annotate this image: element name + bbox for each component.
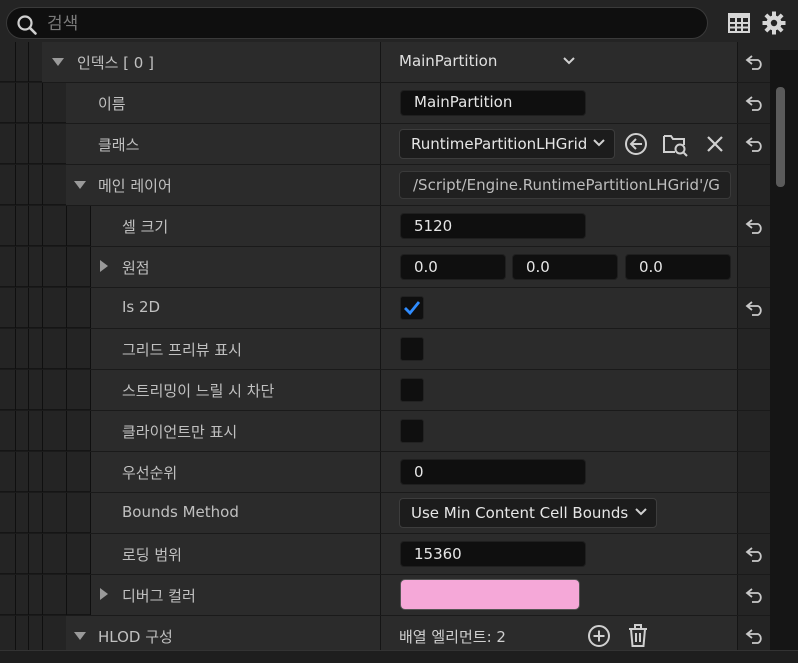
collapse-arrow-icon[interactable]: [74, 632, 86, 640]
property-row-main-layer: 메인 레이어 /Script/Engine.RuntimePartitionLH…: [0, 165, 770, 205]
details-panel: 인덱스 [ 0 ] MainPartition 이름 MainPartition…: [0, 42, 770, 650]
property-row-loading-range: 로딩 범위 15360: [0, 534, 770, 574]
property-label: 우선순위: [122, 464, 178, 482]
search-icon: [17, 15, 37, 35]
origin-x-field[interactable]: 0.0: [400, 254, 506, 280]
use-selected-arrow-icon[interactable]: [624, 132, 648, 156]
expand-arrow-icon[interactable]: [100, 260, 108, 272]
bounds-method-value: Use Min Content Cell Bounds: [411, 504, 629, 522]
expand-arrow-icon[interactable]: [100, 588, 108, 600]
loading-range-field[interactable]: 15360: [400, 541, 586, 567]
property-label: Bounds Method: [122, 503, 239, 521]
property-label: 메인 레이어: [98, 177, 172, 195]
grid-preview-checkbox[interactable]: [400, 337, 424, 361]
property-row-cell-size: 셀 크기 5120: [0, 206, 770, 246]
is-2d-checkbox[interactable]: [400, 296, 424, 320]
bounds-method-dropdown[interactable]: Use Min Content Cell Bounds: [399, 498, 657, 528]
checkmark-icon: [404, 301, 421, 316]
debug-color-swatch[interactable]: [400, 579, 580, 610]
search-input[interactable]: [45, 10, 699, 38]
property-label: 그리드 프리뷰 표시: [122, 341, 242, 359]
reset-to-default-icon[interactable]: [745, 545, 765, 563]
settings-icon[interactable]: [761, 10, 787, 36]
property-label: 클라이언트만 표시: [122, 423, 238, 441]
reset-to-default-icon[interactable]: [745, 53, 765, 71]
add-element-icon[interactable]: [587, 624, 611, 648]
block-slow-streaming-checkbox[interactable]: [400, 378, 424, 402]
name-field[interactable]: MainPartition: [400, 90, 586, 116]
reset-to-default-icon[interactable]: [745, 135, 765, 153]
delete-icon[interactable]: [626, 623, 650, 649]
cell-size-field[interactable]: 5120: [400, 213, 586, 239]
main-layer-path-field[interactable]: /Script/Engine.RuntimePartitionLHGrid'/G: [399, 171, 731, 199]
property-label: 디버그 컬러: [122, 587, 196, 605]
property-label: 원점: [122, 259, 150, 277]
reset-to-default-icon[interactable]: [745, 94, 765, 112]
property-row-is-2d: Is 2D: [0, 288, 770, 328]
reset-to-default-icon[interactable]: [745, 217, 765, 235]
reset-to-default-icon[interactable]: [745, 627, 765, 645]
chevron-down-icon: [593, 139, 605, 147]
property-row-class: 클래스 RuntimePartitionLHGrid: [0, 124, 770, 164]
property-row-grid-preview: 그리드 프리뷰 표시: [0, 329, 770, 369]
browse-folder-icon[interactable]: [662, 131, 688, 157]
property-label: 스트리밍이 느릴 시 차단: [122, 382, 275, 400]
client-only-checkbox[interactable]: [400, 419, 424, 443]
array-element-count: 배열 엘리먼트: 2: [399, 628, 506, 646]
property-label: 로딩 범위: [122, 546, 182, 564]
property-row-block-slow-streaming: 스트리밍이 느릴 시 차단: [0, 370, 770, 410]
clear-icon[interactable]: [705, 134, 725, 154]
property-row-client-only: 클라이언트만 표시: [0, 411, 770, 451]
vertical-scrollbar[interactable]: [776, 87, 785, 187]
property-row-debug-color: 디버그 컬러: [0, 575, 770, 615]
priority-field[interactable]: 0: [400, 459, 586, 485]
origin-y-field[interactable]: 0.0: [512, 254, 618, 280]
class-value: RuntimePartitionLHGrid: [411, 135, 588, 153]
property-row-name: 이름 MainPartition: [0, 83, 770, 123]
index-value-dropdown[interactable]: MainPartition: [399, 52, 497, 70]
property-row-origin: 원점 0.0 0.0 0.0: [0, 247, 770, 287]
reset-to-default-icon[interactable]: [745, 299, 765, 317]
property-label: 클래스: [98, 136, 140, 154]
search-box[interactable]: [6, 7, 708, 39]
class-dropdown[interactable]: RuntimePartitionLHGrid: [399, 129, 615, 159]
property-label: 이름: [98, 95, 126, 113]
reset-to-default-icon[interactable]: [745, 586, 765, 604]
chevron-down-icon: [635, 508, 647, 516]
bottom-edge: [0, 650, 798, 663]
property-label: 인덱스 [ 0 ]: [77, 54, 154, 72]
collapse-arrow-icon[interactable]: [52, 58, 64, 66]
property-row-bounds-method: Bounds Method Use Min Content Cell Bound…: [0, 493, 770, 533]
property-row-priority: 우선순위 0: [0, 452, 770, 492]
property-label: 셀 크기: [122, 218, 169, 236]
property-row-hlod: HLOD 구성 배열 엘리먼트: 2: [0, 616, 770, 650]
table-view-icon[interactable]: [726, 10, 752, 36]
property-label: Is 2D: [122, 298, 161, 316]
property-row-index[interactable]: 인덱스 [ 0 ] MainPartition: [0, 42, 770, 82]
chevron-down-icon[interactable]: [562, 56, 576, 66]
collapse-arrow-icon[interactable]: [74, 181, 86, 189]
property-label: HLOD 구성: [98, 628, 173, 646]
origin-z-field[interactable]: 0.0: [625, 254, 731, 280]
